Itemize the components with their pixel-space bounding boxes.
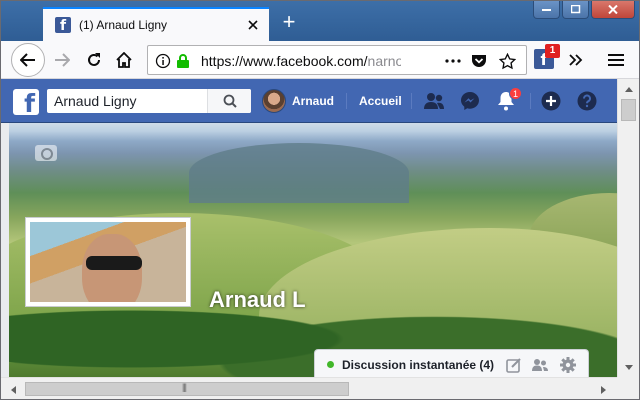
url-text[interactable]: https://www.facebook.com/narno (201, 53, 401, 69)
facebook-search (47, 89, 251, 113)
create-plus-icon[interactable] (539, 90, 563, 112)
scroll-left-arrow-icon[interactable] (5, 381, 22, 398)
facebook-favicon-icon: f (55, 17, 71, 33)
home-button[interactable] (109, 45, 139, 75)
horizontal-scrollbar[interactable] (1, 377, 617, 399)
home-link[interactable]: Accueil (359, 94, 402, 108)
close-window-button[interactable] (591, 1, 635, 19)
scroll-up-arrow-icon[interactable] (620, 81, 637, 98)
profile-photo-image (30, 222, 186, 302)
camera-icon[interactable] (35, 145, 57, 161)
group-chat-icon[interactable] (531, 356, 549, 374)
tab-strip: f (1) Arnaud Ligny + (1, 1, 639, 41)
friend-requests-icon[interactable] (422, 90, 446, 112)
facebook-logo[interactable]: f (13, 89, 39, 115)
new-message-icon[interactable] (505, 356, 523, 374)
vertical-scroll-thumb[interactable] (621, 99, 636, 121)
chat-bar[interactable]: Discussion instantanée (4) (314, 349, 589, 379)
facebook-topbar: f Arnaud Accueil 1 (1, 79, 617, 123)
bookmark-star-icon[interactable] (498, 52, 516, 70)
help-question-icon[interactable] (575, 90, 599, 112)
horizontal-scroll-thumb[interactable] (25, 382, 349, 396)
profile-picture[interactable] (25, 217, 191, 307)
minimize-button[interactable] (533, 1, 560, 19)
navigation-toolbar: https://www.facebook.com/narno f 1 (1, 41, 639, 79)
window-controls (531, 1, 635, 19)
url-path: narno (367, 53, 401, 69)
browser-window: f (1) Arnaud Ligny + https://www.faceboo… (0, 0, 640, 400)
url-main: https://www.facebook.com/ (201, 53, 368, 69)
vertical-scrollbar[interactable] (617, 79, 639, 377)
scrollbar-corner (617, 377, 639, 399)
browser-tab[interactable]: f (1) Arnaud Ligny (43, 7, 269, 41)
maximize-button[interactable] (562, 1, 589, 19)
info-icon[interactable] (154, 52, 172, 70)
menu-hamburger-icon[interactable] (601, 45, 631, 75)
online-status-dot (327, 361, 334, 368)
extension-badge: 1 (545, 44, 560, 58)
scroll-right-arrow-icon[interactable] (595, 381, 612, 398)
search-input[interactable] (47, 89, 205, 113)
lock-icon[interactable] (174, 52, 192, 70)
page-actions-icon[interactable] (444, 52, 462, 70)
profile-name-link: Arnaud (292, 94, 334, 108)
new-tab-button[interactable]: + (277, 11, 301, 35)
profile-sunglasses (86, 256, 142, 270)
avatar (262, 89, 286, 113)
tab-close-icon[interactable] (243, 15, 263, 35)
cover-profile-name: Arnaud L (209, 287, 306, 312)
search-icon[interactable] (207, 89, 251, 113)
divider (530, 93, 531, 109)
messenger-icon[interactable] (458, 90, 482, 112)
chat-label: Discussion instantanée (4) (342, 357, 495, 372)
overflow-chevron-icon[interactable] (561, 45, 591, 75)
pocket-icon[interactable] (470, 52, 488, 70)
url-bar[interactable]: https://www.facebook.com/narno (147, 45, 527, 75)
divider (411, 93, 412, 109)
notifications-badge: 1 (509, 87, 522, 100)
divider (346, 93, 347, 109)
forward-button[interactable] (47, 45, 77, 75)
cover-mountain (189, 143, 409, 203)
chat-settings-gear-icon[interactable] (559, 356, 577, 374)
scroll-down-arrow-icon[interactable] (620, 359, 637, 376)
back-button[interactable] (11, 43, 45, 77)
tab-title: (1) Arnaud Ligny (79, 18, 168, 32)
profile-link[interactable]: Arnaud (262, 89, 334, 113)
reload-button[interactable] (79, 45, 109, 75)
